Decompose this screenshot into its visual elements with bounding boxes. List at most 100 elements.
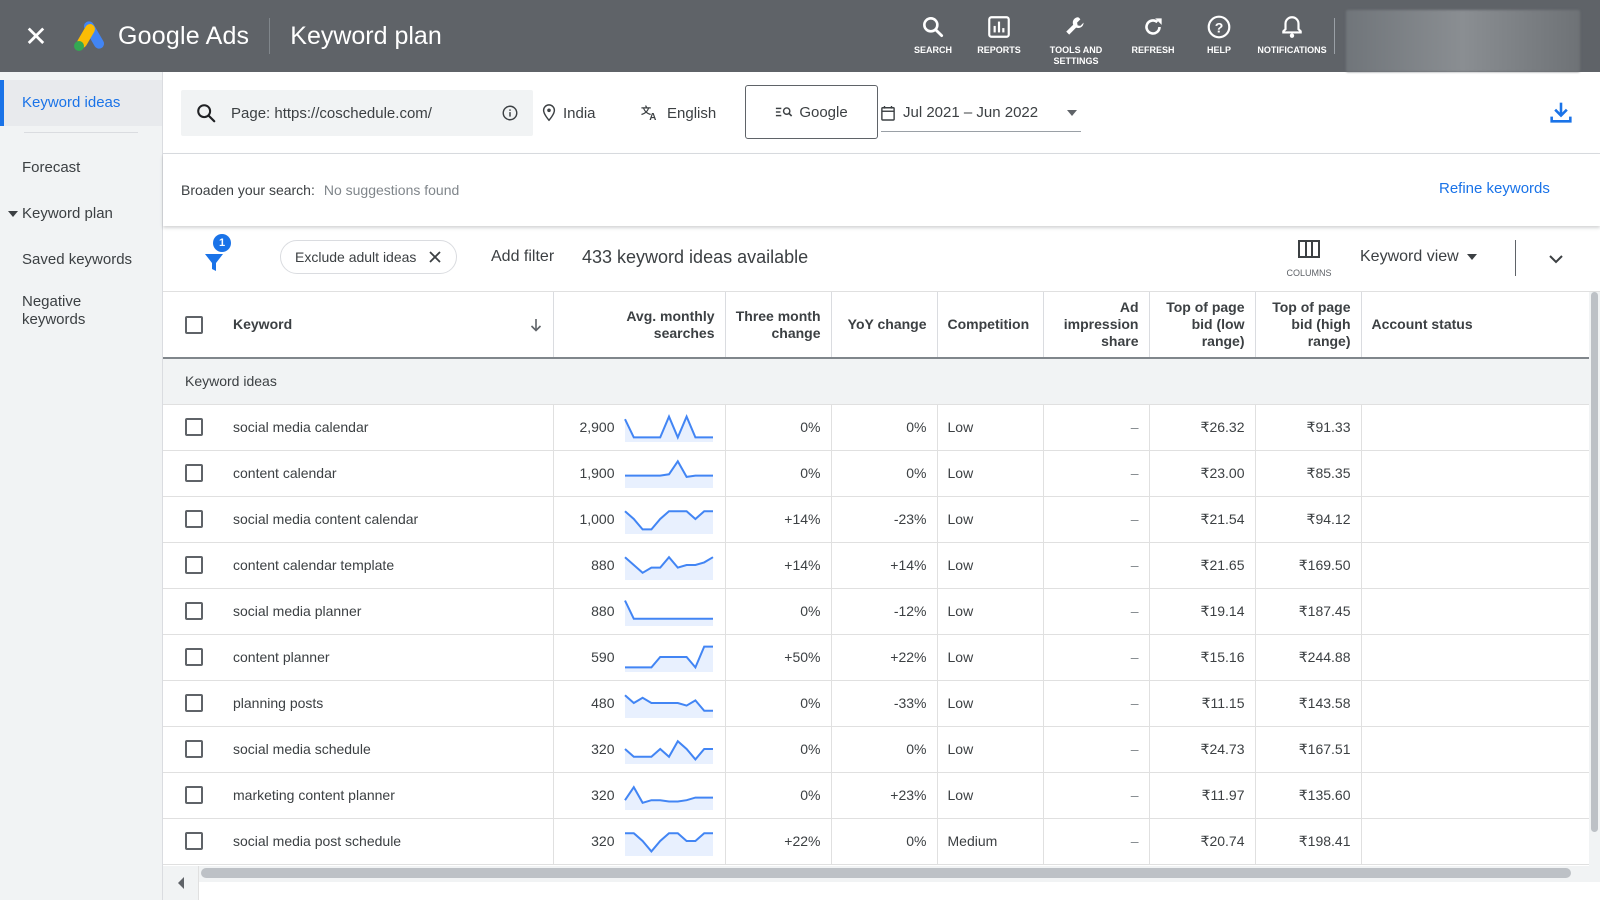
trend-sparkline: [624, 459, 713, 488]
tools-and-settings-button[interactable]: TOOLS AND SETTINGS: [1032, 0, 1120, 72]
filter-chip-exclude-adult[interactable]: Exclude adult ideas: [280, 240, 458, 274]
table-row[interactable]: social media content calendar 1,000 +14% -2…: [163, 496, 1589, 543]
sidebar-item-keyword-plan-label: Keyword plan: [22, 205, 113, 222]
vertical-scrollbar[interactable]: [1589, 292, 1600, 866]
header-bid-high[interactable]: Top of page bid (high range): [1255, 292, 1362, 359]
horizontal-scrollbar[interactable]: [163, 866, 1600, 900]
sparkline-area: [624, 600, 713, 626]
sidebar-item-forecast[interactable]: Forecast: [0, 145, 162, 191]
date-range-selector[interactable]: Jul 2021 – Jun 2022: [881, 94, 1081, 132]
row-checkbox[interactable]: [185, 510, 203, 529]
language-selector[interactable]: 文A English: [641, 94, 716, 132]
reports-button[interactable]: REPORTS: [966, 0, 1032, 72]
date-range-label: Jul 2021 – Jun 2022: [903, 104, 1039, 121]
select-all-checkbox[interactable]: [185, 315, 203, 334]
row-checkbox[interactable]: [185, 832, 203, 851]
row-select-cell: [163, 680, 223, 727]
sidebar-item-keyword-plan[interactable]: Keyword plan: [0, 191, 162, 237]
help-icon: ?: [1207, 15, 1231, 39]
table-row[interactable]: social media planner 880 0% -12% Low – ₹19.14 ₹…: [163, 588, 1589, 635]
avg-searches-value: 480: [591, 695, 615, 711]
header-keyword[interactable]: Keyword: [223, 292, 554, 359]
add-filter-button[interactable]: Add filter: [491, 248, 554, 266]
account-switcher[interactable]: [1346, 10, 1580, 72]
refresh-icon: [1145, 18, 1162, 35]
brand-logo[interactable]: Google Ads: [72, 20, 249, 52]
table-row[interactable]: social media schedule 320 0% 0% Low – ₹24.73 ₹1…: [163, 726, 1589, 773]
ad-impression-share-cell: –: [1043, 588, 1150, 635]
table-row[interactable]: social media calendar 2,900 0% 0% Low – ₹26.32…: [163, 404, 1589, 451]
avg-searches-value: 1,900: [579, 465, 615, 481]
account-status-cell: [1361, 772, 1589, 819]
row-checkbox[interactable]: [185, 648, 203, 667]
row-checkbox[interactable]: [185, 418, 203, 437]
row-checkbox[interactable]: [185, 786, 203, 805]
network-selector[interactable]: Google: [745, 85, 878, 139]
yoy-change-cell: 0%: [831, 450, 938, 497]
keyword-view-label: Keyword view: [1360, 248, 1459, 265]
columns-button[interactable]: COLUMNS: [1279, 236, 1339, 278]
table-row[interactable]: content calendar template 880 +14% +14% Low –…: [163, 542, 1589, 589]
svg-text:A: A: [649, 112, 656, 122]
row-checkbox[interactable]: [185, 602, 203, 621]
keyword-cell: planning posts: [223, 680, 554, 727]
trend-sparkline: [623, 785, 713, 810]
yoy-change-cell: 0%: [831, 818, 938, 865]
header-account-status[interactable]: Account status: [1361, 292, 1589, 359]
row-checkbox[interactable]: [185, 556, 203, 575]
header-keyword-label: Keyword: [233, 316, 293, 332]
table-row[interactable]: content planner 590 +50% +22% Low – ₹15.16 ₹244…: [163, 634, 1589, 681]
row-checkbox[interactable]: [185, 740, 203, 759]
search-button[interactable]: SEARCH: [900, 0, 966, 72]
bid-low-cell: ₹20.74: [1149, 818, 1256, 865]
location-selector[interactable]: India: [541, 94, 596, 132]
table-row[interactable]: content calendar 1,900 0% 0% Low – ₹23.00 ₹85.3…: [163, 450, 1589, 497]
sidebar-item-keyword-ideas[interactable]: Keyword ideas: [0, 80, 162, 126]
notifications-button[interactable]: NOTIFICATIONS: [1252, 0, 1332, 72]
keyword-view-selector[interactable]: Keyword view: [1360, 248, 1477, 266]
header-three-month-change[interactable]: Three month change: [725, 292, 832, 359]
header-bid-low[interactable]: Top of page bid (low range): [1149, 292, 1256, 359]
keyword-table: Keyword Avg. monthly searches Three mont…: [163, 292, 1589, 865]
search-query: Page: https://coschedule.com/: [231, 104, 432, 122]
vertical-scroll-thumb[interactable]: [1591, 292, 1598, 832]
sidebar-item-saved-keywords[interactable]: Saved keywords: [0, 237, 162, 283]
scroll-left-button[interactable]: [163, 866, 199, 900]
download-icon[interactable]: [1547, 98, 1575, 126]
header-competition[interactable]: Competition: [937, 292, 1044, 359]
keyword-cell: marketing content planner: [223, 772, 554, 819]
select-all-cell: [163, 292, 223, 359]
filter-row: 1 Exclude adult ideas Add filter 433 key…: [163, 226, 1600, 292]
header-avg-monthly-searches[interactable]: Avg. monthly searches: [553, 292, 726, 359]
close-icon[interactable]: ✕: [0, 0, 72, 72]
table-row[interactable]: social media post schedule 320 +22% 0% Mediu…: [163, 818, 1589, 865]
avg-searches-cell: 880: [553, 542, 726, 589]
search-network-icon: [776, 107, 793, 117]
yoy-change-cell: +23%: [831, 772, 938, 819]
yoy-change-cell: 0%: [831, 726, 938, 773]
bid-high-cell: ₹91.33: [1255, 404, 1362, 451]
refine-keywords-button[interactable]: Refine keywords: [1439, 180, 1550, 197]
header-yoy-change[interactable]: YoY change: [831, 292, 938, 359]
chevron-down-icon[interactable]: [1547, 250, 1565, 268]
keyword-cell: social media post schedule: [223, 818, 554, 865]
header-ad-impression-share[interactable]: Ad impression share: [1043, 292, 1150, 359]
horizontal-scroll-thumb[interactable]: [201, 868, 1571, 878]
bid-low-cell: ₹15.16: [1149, 634, 1256, 681]
refresh-button[interactable]: REFRESH: [1120, 0, 1186, 72]
trend-sparkline: [623, 555, 714, 580]
sidebar-item-negative-keywords[interactable]: Negative keywords: [0, 283, 110, 329]
keyword-cell: content calendar: [223, 450, 554, 497]
sparkline-area: [624, 741, 713, 764]
competition-cell: Low: [937, 404, 1044, 451]
info-icon[interactable]: [501, 104, 519, 122]
table-row[interactable]: planning posts 480 0% -33% Low – ₹11.15 ₹143.58: [163, 680, 1589, 727]
three-month-change-cell: 0%: [725, 772, 832, 819]
help-button[interactable]: ? HELP: [1186, 0, 1252, 72]
row-checkbox[interactable]: [185, 694, 203, 713]
sort-arrow-down-icon[interactable]: [529, 318, 543, 332]
table-row[interactable]: marketing content planner 320 0% +23% Low – ₹1…: [163, 772, 1589, 819]
page-search-field[interactable]: Page: https://coschedule.com/: [181, 90, 533, 136]
row-checkbox[interactable]: [185, 464, 203, 483]
close-icon[interactable]: [428, 250, 442, 264]
